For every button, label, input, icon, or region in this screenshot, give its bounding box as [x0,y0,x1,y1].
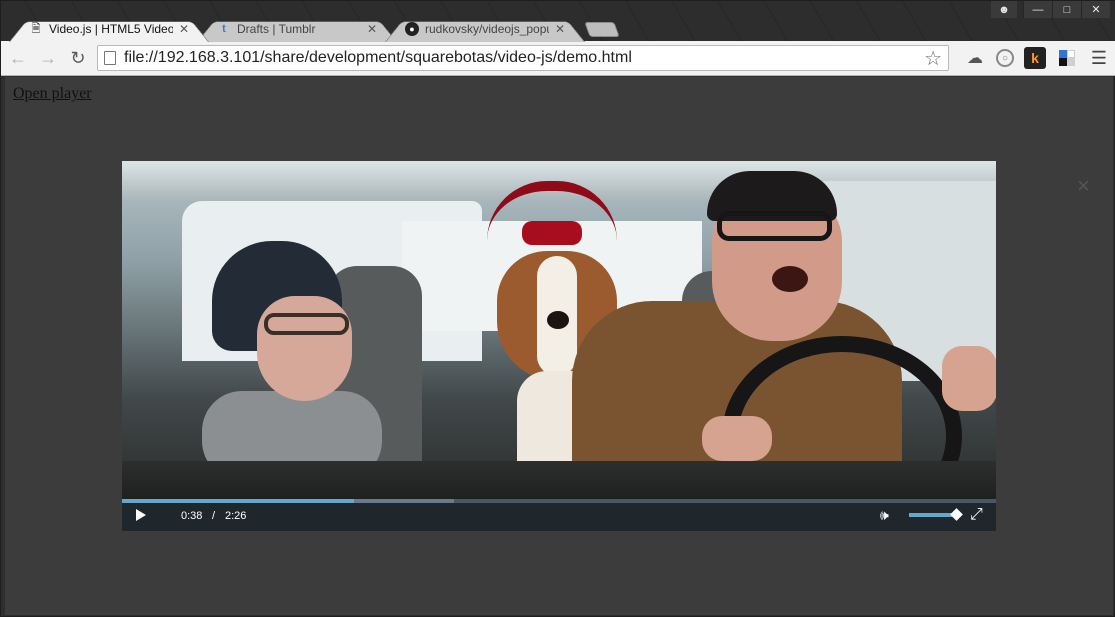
star-icon[interactable]: ☆ [924,46,942,71]
page-icon: 🗎 [31,22,41,35]
k-extension-icon[interactable]: k [1024,47,1046,69]
arrow-left-icon: ← [9,47,27,68]
duration: 2:26 [225,510,247,522]
person-icon: ☻ [998,3,1010,16]
close-icon: ✕ [1091,4,1101,16]
forward-button[interactable]: → [35,45,61,71]
delicious-icon[interactable] [1056,47,1078,69]
tab-github[interactable]: ● rudkovsky/videojs_popup ✕ [385,16,585,42]
url-text[interactable]: file://192.168.3.101/share/development/s… [124,49,924,67]
tab-close-icon[interactable]: ✕ [177,22,191,36]
volume-handle[interactable] [949,508,963,521]
tab-close-icon[interactable]: ✕ [365,22,379,36]
reload-icon: ↻ [70,47,86,68]
browser-toolbar: ← → ↻ file://192.168.3.101/share/develop… [1,41,1115,76]
popup-close-icon[interactable]: × [1077,175,1090,197]
tab-title: Drafts | Tumblr [237,22,316,36]
browser-window: ☻ — □ ✕ 🗎 Video.js | HTML5 Video Pl ✕ t … [0,0,1115,617]
menu-icon[interactable]: ☰ [1088,47,1110,69]
video-frame[interactable] [122,161,996,499]
ghostery-icon[interactable]: ☁ [964,47,986,69]
page-icon [104,51,116,65]
tab-title: rudkovsky/videojs_popup [425,22,549,36]
play-icon[interactable] [136,509,146,521]
open-player-link[interactable]: Open player [13,85,92,103]
tab-tumblr[interactable]: t Drafts | Tumblr ✕ [197,16,397,42]
tab-close-icon[interactable]: ✕ [553,22,567,36]
volume-icon[interactable]: 🕪 [880,508,898,522]
tab-title: Video.js | HTML5 Video Pl [49,22,173,36]
progress-bar[interactable] [122,499,996,503]
extension-icons: ☁ ○ k ☰ [959,47,1115,69]
volume-level [909,513,955,517]
tab-strip: 🗎 Video.js | HTML5 Video Pl ✕ t Drafts |… [9,16,620,42]
fullscreen-icon[interactable]: ⤢ [970,507,986,523]
minimize-button[interactable]: — [1023,1,1052,18]
control-bar: 0:38 / 2:26 🕪 ⤢ [122,499,996,531]
close-window-button[interactable]: ✕ [1081,1,1110,18]
new-tab-button[interactable] [584,22,620,37]
current-time: 0:38 [181,510,203,522]
extension-circle-icon[interactable]: ○ [996,49,1014,67]
tumblr-icon: t [222,23,226,35]
time-divider: / [212,510,216,522]
reload-button[interactable]: ↻ [65,45,91,71]
progress-played [122,499,354,503]
back-button[interactable]: ← [5,45,31,71]
arrow-right-icon: → [39,47,57,68]
tab-videojs[interactable]: 🗎 Video.js | HTML5 Video Pl ✕ [9,16,209,42]
maximize-icon: □ [1063,3,1071,16]
address-bar[interactable]: file://192.168.3.101/share/development/s… [97,45,949,71]
github-icon: ● [405,22,419,36]
page-content: Open player × 0:38 / 2:26 🕪 ⤢ [5,77,1113,615]
maximize-button[interactable]: □ [1052,1,1081,18]
profile-button[interactable]: ☻ [991,1,1017,18]
video-player[interactable]: 0:38 / 2:26 🕪 ⤢ [122,161,996,531]
window-controls: ☻ — □ ✕ [991,1,1110,18]
minimize-icon: — [1032,3,1044,16]
